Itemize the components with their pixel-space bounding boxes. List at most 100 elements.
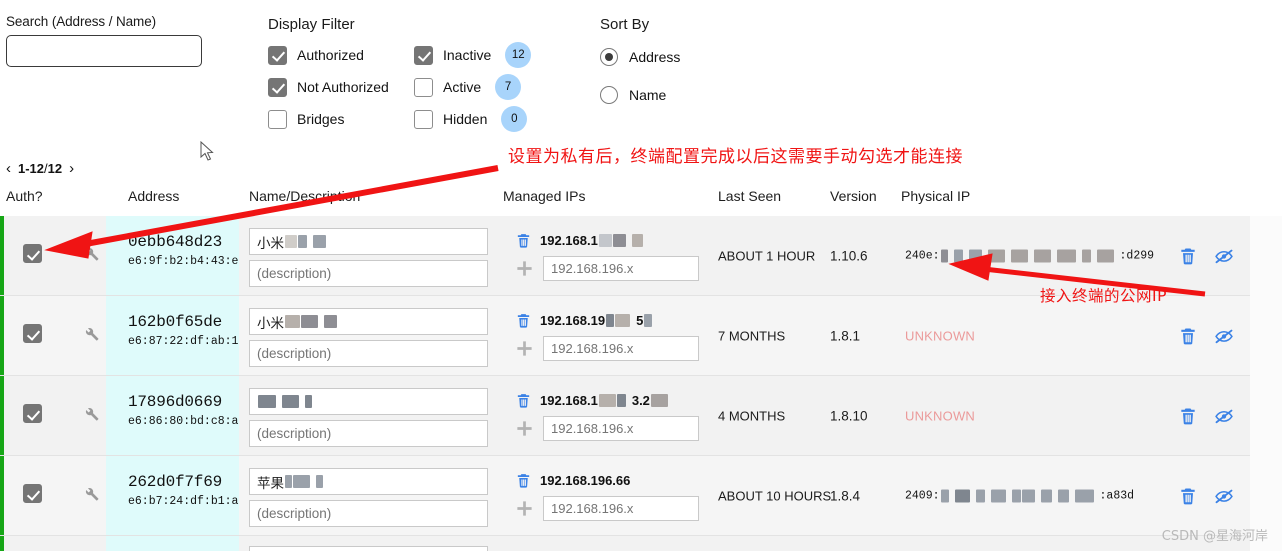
- member-description-input[interactable]: [249, 500, 488, 527]
- physical-ip-suffix: :d299: [1119, 249, 1155, 263]
- add-managed-ip-input[interactable]: [543, 336, 699, 361]
- add-managed-ip-icon[interactable]: [515, 259, 534, 278]
- member-description-input[interactable]: [249, 420, 488, 447]
- delete-managed-ip-icon[interactable]: [515, 312, 532, 329]
- redacted-block: [598, 233, 612, 247]
- wrench-icon[interactable]: [82, 485, 100, 503]
- pagination-prev-icon[interactable]: ‹: [6, 161, 11, 176]
- redacted-block: [1011, 489, 1021, 503]
- hide-member-icon[interactable]: [1214, 246, 1234, 266]
- row-status-bar: [0, 536, 4, 551]
- checkbox-authorize-member-icon[interactable]: [23, 244, 42, 263]
- wrench-icon[interactable]: [82, 405, 100, 423]
- cell-settings[interactable]: [82, 405, 100, 428]
- redacted-block: [1081, 249, 1091, 263]
- redacted-block: [285, 315, 300, 328]
- redacted-block: [324, 315, 337, 328]
- checkbox-active-icon[interactable]: [414, 77, 433, 97]
- member-mac-address: e6:86:80:bd:c8:a: [128, 415, 239, 428]
- search-input[interactable]: [6, 35, 202, 67]
- redacted-block: [258, 395, 276, 408]
- checkbox-authorized-icon[interactable]: [268, 45, 287, 65]
- delete-managed-ip-icon[interactable]: [515, 232, 532, 249]
- sort-by-title: Sort By: [600, 16, 650, 33]
- redacted-block: [975, 489, 985, 503]
- hide-member-icon[interactable]: [1214, 406, 1234, 426]
- table-row: 17896d0669 e6:86:80:bd:c8:a 192.168.13.2 4 …: [0, 376, 1282, 456]
- hide-member-icon[interactable]: [1214, 486, 1234, 506]
- cell-auth[interactable]: [23, 244, 42, 268]
- scroll-gutter[interactable]: [1250, 216, 1282, 551]
- member-description-input[interactable]: [249, 340, 488, 367]
- filter-bridges[interactable]: Bridges: [268, 109, 414, 129]
- cell-settings[interactable]: [82, 325, 100, 348]
- member-name-input[interactable]: 苹果: [249, 468, 488, 495]
- wrench-icon[interactable]: [82, 245, 100, 263]
- filter-inactive[interactable]: Inactive 12: [414, 42, 532, 68]
- checkbox-inactive-icon[interactable]: [414, 45, 433, 65]
- member-description-input[interactable]: [249, 260, 488, 287]
- cell-address: 262d0f7f69 e6:b7:24:df:b1:a: [128, 473, 248, 508]
- cell-auth[interactable]: [23, 324, 42, 348]
- filter-authorized[interactable]: Authorized: [268, 45, 414, 65]
- column-header-physical-ip: Physical IP: [901, 188, 971, 204]
- member-name-input[interactable]: [249, 546, 488, 551]
- checkbox-authorize-member-icon[interactable]: [23, 484, 42, 503]
- cell-settings[interactable]: [82, 485, 100, 508]
- sort-by-group: Sort By Address Name: [600, 16, 680, 121]
- member-name-input[interactable]: 小米: [249, 228, 488, 255]
- checkbox-authorize-member-icon[interactable]: [23, 324, 42, 343]
- redacted-block: [1056, 249, 1076, 263]
- cell-auth[interactable]: [23, 484, 42, 508]
- redacted-block: [285, 475, 292, 488]
- cell-last-seen: ABOUT 1 HOUR: [718, 248, 816, 264]
- redacted-block: [968, 249, 982, 263]
- cell-managed-ips: 192.168.1: [515, 230, 699, 281]
- sort-option-name[interactable]: Name: [600, 83, 680, 107]
- managed-ip-value: 192.168.19 5: [540, 313, 653, 328]
- cell-last-seen: 7 MONTHS: [718, 328, 786, 344]
- radio-address-icon[interactable]: [600, 48, 618, 66]
- filter-active[interactable]: Active 7: [414, 74, 531, 100]
- filter-hidden-label: Hidden: [443, 111, 488, 127]
- delete-member-icon[interactable]: [1178, 486, 1198, 506]
- delete-member-icon[interactable]: [1178, 326, 1198, 346]
- redacted-block: [644, 313, 653, 327]
- delete-member-icon[interactable]: [1178, 246, 1198, 266]
- filter-not-authorized[interactable]: Not Authorized: [268, 77, 414, 97]
- checkbox-bridges-icon[interactable]: [268, 109, 287, 129]
- delete-managed-ip-icon[interactable]: [515, 392, 532, 409]
- add-managed-ip-icon[interactable]: [515, 499, 534, 518]
- sort-option-address[interactable]: Address: [600, 45, 680, 69]
- member-node-id: 262d0f7f69: [128, 473, 223, 491]
- filter-hidden[interactable]: Hidden 0: [414, 106, 531, 132]
- pagination-next-icon[interactable]: ›: [69, 161, 74, 176]
- add-managed-ip-icon[interactable]: [515, 419, 534, 438]
- redacted-block: [285, 235, 297, 248]
- radio-name-icon[interactable]: [600, 86, 618, 104]
- redacted-block: [954, 489, 970, 503]
- table-row: 262d0f7f69 e6:b7:24:df:b1:a 苹果 192.168.196.…: [0, 456, 1282, 536]
- wrench-icon[interactable]: [82, 325, 100, 343]
- redacted-block: [1057, 489, 1069, 503]
- add-managed-ip-icon[interactable]: [515, 339, 534, 358]
- redacted-block: [1033, 249, 1051, 263]
- checkbox-authorize-member-icon[interactable]: [23, 404, 42, 423]
- checkbox-not-authorized-icon[interactable]: [268, 77, 287, 97]
- member-name-input[interactable]: [249, 388, 488, 415]
- cell-settings[interactable]: [82, 245, 100, 268]
- checkbox-hidden-icon[interactable]: [414, 109, 433, 129]
- add-managed-ip-input[interactable]: [543, 256, 699, 281]
- hide-member-icon[interactable]: [1214, 326, 1234, 346]
- delete-managed-ip-icon[interactable]: [515, 472, 532, 489]
- cell-auth[interactable]: [23, 404, 42, 428]
- member-name-input[interactable]: 小米: [249, 308, 488, 335]
- add-managed-ip-input[interactable]: [543, 496, 699, 521]
- redacted-block: [1096, 249, 1114, 263]
- cell-physical-ip: UNKNOWN: [905, 328, 976, 344]
- delete-member-icon[interactable]: [1178, 406, 1198, 426]
- row-status-bar: [0, 376, 4, 455]
- page-root: Search (Address / Name) Display Filter A…: [0, 0, 1282, 551]
- row-status-bar: [0, 296, 4, 375]
- add-managed-ip-input[interactable]: [543, 416, 699, 441]
